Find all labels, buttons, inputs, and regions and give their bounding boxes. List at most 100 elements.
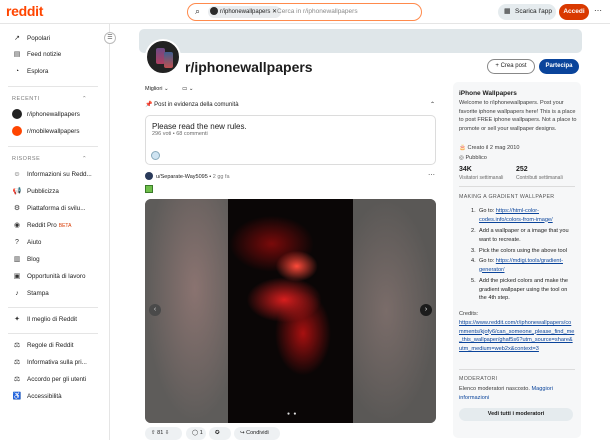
sidebar-item-careers[interactable]: ▣ Opportunità di lavoro [12, 271, 86, 283]
qr-code-icon: ▦ [504, 8, 511, 15]
divider [459, 369, 575, 370]
reddit-logo[interactable]: reddit [6, 3, 43, 19]
view-moderators-button[interactable]: Vedi tutti i moderatori [459, 408, 573, 421]
recent-heading: RECENTI [12, 96, 40, 102]
sidebar-item-mobilewallpapers[interactable]: r/mobilewallpapers [12, 126, 80, 138]
visitors-label: Visitatori settimanali [459, 175, 504, 181]
step-item: 3. Pick the colors using the above tool [459, 247, 577, 256]
sidebar-item-press[interactable]: ♪ Stampa [12, 288, 48, 300]
book-icon: ▥ [13, 256, 21, 263]
sidebar-item-popular[interactable]: ↗ Popolari [12, 33, 50, 45]
divider [8, 86, 98, 87]
sort-label: Migliori [145, 86, 163, 92]
post-options-icon[interactable]: ⋯ [428, 171, 435, 179]
sort-dropdown[interactable]: Migliori ⌄ [145, 86, 169, 92]
sidebar-item-news[interactable]: ▤ Feed notizie [12, 49, 62, 61]
share-icon: ↪ [240, 430, 245, 436]
sidebar-item-rules[interactable]: ⚖ Regole di Reddit [12, 340, 74, 352]
megaphone-icon: 📢 [12, 188, 22, 195]
sidebar-item-explore[interactable]: ◔ Esplora [12, 66, 48, 78]
comment-icon: ◯ [192, 430, 199, 436]
get-app-button[interactable]: ▦ Scarica l'app [498, 4, 556, 20]
create-post-button[interactable]: + Crea post [487, 59, 535, 74]
collapse-sidebar-button[interactable]: ☰ [104, 32, 116, 44]
sidebar-item-best-of[interactable]: ✦ Il meglio di Reddit [12, 314, 77, 326]
post-author[interactable]: u/Separate-Way5095 [156, 174, 208, 180]
sidebar-item-label: Pubblicizza [27, 188, 59, 195]
divider [459, 186, 575, 187]
carousel-dots: ● ● [287, 411, 298, 417]
post-flair-icon [145, 185, 153, 193]
step-item: 1. Go to: https://html-color-codes.info/c… [471, 208, 553, 223]
accessibility-icon: ♿ [12, 393, 22, 400]
join-button[interactable]: Partecipa [539, 59, 579, 74]
chevron-left-icon: ‹ [153, 306, 157, 313]
view-layout-icon: ▭ [182, 86, 188, 92]
login-button[interactable]: Accedi [559, 4, 589, 20]
next-image-button[interactable]: › [420, 304, 432, 316]
visitors-count: 34K [459, 166, 472, 173]
post-meta: u/Separate-Way5095 • 2 gg fa [145, 172, 230, 180]
explore-icon: ◔ [14, 68, 20, 75]
sidebar-item-developers[interactable]: ⚙ Piattaforma di svilu... [12, 203, 86, 215]
pinned-post-title: Please read the new rules. [152, 122, 247, 131]
step-item: 5. Add the picked colors and make the gra… [459, 277, 577, 303]
upvote-icon[interactable]: ⇧ [151, 430, 156, 436]
divider [8, 307, 98, 308]
sidebar-item-label: Esplora [27, 68, 49, 75]
award-button[interactable]: ✪ [209, 427, 231, 440]
step-item: 4. Go to: https://mdigi.tools/gradient-ge… [471, 258, 563, 273]
moderators-hidden: Elenco moderatori nascosto. [459, 386, 530, 392]
panel-title: iPhone Wallpapers [459, 90, 517, 97]
chevron-up-icon: ⌃ [82, 156, 88, 162]
sidebar-item-about[interactable]: ☺ Informazioni su Redd... [12, 169, 91, 181]
sidebar-item-accessibility[interactable]: ♿ Accessibilità [12, 391, 62, 403]
pin-icon: 📌 [145, 102, 153, 108]
contributions-label: Contributi settimanali [516, 175, 563, 181]
view-toggle[interactable]: ▭ ⌄ [182, 86, 193, 92]
privacy-icon: ⚖ [13, 359, 21, 366]
sidebar-item-privacy[interactable]: ⚖ Informativa sulla pri... [12, 357, 87, 369]
share-button[interactable]: ↪ Condividi [234, 427, 280, 440]
previous-image-button[interactable]: ‹ [149, 304, 161, 316]
sidebar-item-blog[interactable]: ▥ Blog [12, 254, 40, 266]
reddit-pro-icon: ◉ [13, 222, 21, 229]
post-image[interactable] [145, 199, 436, 423]
more-options-icon[interactable]: ⋯ [594, 6, 602, 15]
resources-section-header[interactable]: RISORSE ⌃ [12, 156, 87, 162]
community-avatar-icon [12, 126, 22, 136]
sidebar-item-label: Reddit Pro [27, 222, 57, 229]
sidebar-item-help[interactable]: ? Aiuto [12, 237, 41, 249]
search-community-chip[interactable]: r/iphonewallpapers ✕ [208, 6, 282, 18]
share-label: Condividi [246, 430, 269, 436]
sidebar-item-reddit-pro[interactable]: ◉ Reddit Pro BETA [12, 220, 72, 232]
cake-icon: 🎂 [459, 145, 466, 151]
sidebar-item-label: r/iphonewallpapers [27, 111, 80, 118]
sidebar-item-label: Feed notizie [27, 51, 62, 58]
search-icon: ⌕ [195, 6, 201, 16]
sidebar-item-iphonewallpapers[interactable]: r/iphonewallpapers [12, 109, 80, 121]
moderators-heading: MODERATORI [459, 376, 498, 382]
search-input[interactable]: Cerca in r/iphonewallpapers [277, 8, 358, 15]
best-of-icon: ✦ [14, 316, 20, 323]
downvote-icon[interactable]: ⇩ [165, 430, 170, 436]
featured-header[interactable]: 📌 Post in evidenza della comunità ⌃ [145, 101, 435, 108]
divider [8, 146, 98, 147]
sidebar-item-label: Accordo per gli utenti [27, 376, 87, 383]
recent-section-header[interactable]: RECENTI ⌃ [12, 96, 87, 102]
award-icon: ✪ [215, 430, 220, 436]
pinned-post-card[interactable]: Please read the new rules. 296 voti • 68… [145, 115, 436, 165]
get-app-label: Scarica l'app [515, 8, 553, 15]
moderators-text: Elenco moderatori nascosto. Maggiori inf… [459, 385, 575, 402]
comments-button[interactable]: ◯ 1 [186, 427, 206, 440]
credits-link[interactable]: https://www.reddit.com/r/iphonewallpaper… [459, 319, 575, 353]
sidebar-item-label: Regole di Reddit [27, 342, 74, 349]
panel-description: Welcome to r/iphonewallpapers. Post your… [459, 100, 577, 132]
credits-label: Credits: [459, 311, 479, 317]
community-avatar-icon [12, 109, 22, 119]
sidebar-item-user-agreement[interactable]: ⚖ Accordo per gli utenti [12, 374, 86, 386]
help-icon: ? [15, 239, 19, 246]
sidebar-item-advertise[interactable]: 📢 Pubblicizza [12, 186, 59, 198]
search-bar[interactable]: ⌕ r/iphonewallpapers ✕ Cerca in r/iphone… [187, 3, 422, 21]
sidebar-item-label: Informativa sulla pri... [27, 359, 87, 366]
